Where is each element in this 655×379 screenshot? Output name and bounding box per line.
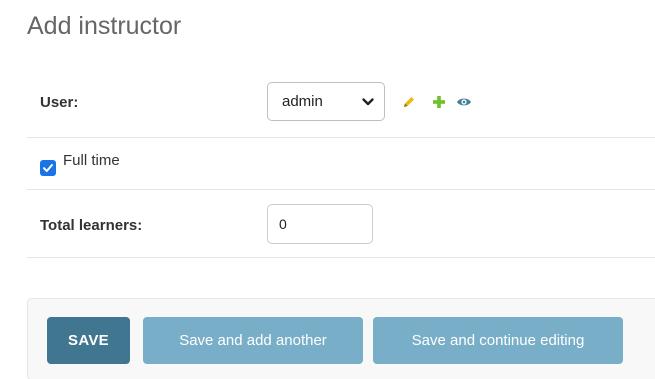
user-select[interactable]: admin: [267, 82, 385, 121]
page-title: Add instructor: [27, 12, 182, 40]
user-select-value: admin: [282, 93, 323, 110]
save-and-continue-button[interactable]: Save and continue editing: [373, 317, 623, 364]
pencil-icon[interactable]: [401, 94, 417, 110]
total-learners-label: Total learners:: [40, 217, 143, 234]
user-label: User:: [40, 94, 79, 111]
total-learners-input[interactable]: 0: [267, 204, 373, 244]
plus-icon[interactable]: [431, 94, 447, 110]
submit-row: SAVE Save and add another Save and conti…: [27, 298, 655, 379]
user-field-row: User: admin: [27, 70, 655, 138]
total-learners-field-row: Total learners: 0: [27, 190, 655, 258]
full-time-label[interactable]: Full time: [63, 152, 120, 169]
save-and-add-another-button[interactable]: Save and add another: [143, 317, 363, 364]
eye-icon[interactable]: [456, 94, 472, 110]
chevron-down-icon: [361, 95, 375, 109]
save-button[interactable]: SAVE: [47, 317, 130, 364]
full-time-checkbox[interactable]: [40, 160, 56, 176]
full-time-field-row: Full time: [27, 138, 655, 190]
